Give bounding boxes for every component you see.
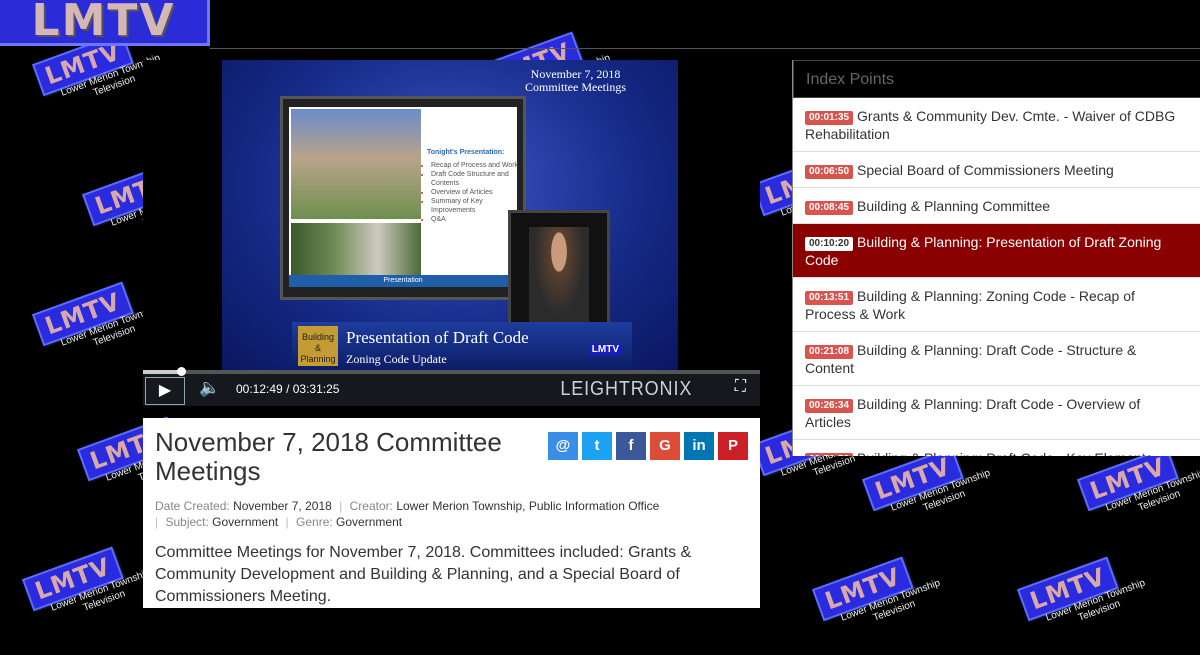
index-timestamp: 00:21:08 [805,345,854,359]
genre-value[interactable]: Government [336,515,402,529]
video-player[interactable]: November 7, 2018 Committee Meetings Toni… [143,60,760,406]
speaker-figure [529,227,589,327]
index-label: Grants & Community Dev. Cmte. - Waiver o… [805,108,1176,142]
play-icon: ▶ [158,382,172,399]
slide-photo-building [291,109,421,219]
video-metadata: Date Created: November 7, 2018 | Creator… [155,498,755,530]
index-timestamp: 00:26:34 [805,399,854,413]
twitter-share-button[interactable]: t [582,432,612,460]
lower-third-tag: Building & Planning [298,326,338,366]
at-icon: @ [555,437,571,454]
background-logo: LMTVLower Merion TownshipTelevision [1016,545,1163,655]
facebook-icon: f [628,437,634,454]
video-title: November 7, 2018 Committee Meetings [155,427,502,486]
index-points-heading: Index Points [793,60,1200,98]
index-label: Building & Planning: Draft Code - Overvi… [805,396,1141,430]
index-points-list: 00:01:35 Grants & Community Dev. Cmte. - … [793,98,1200,456]
creator-label: Creator: [349,499,393,513]
presentation-slide: Tonight's Presentation: Recap of Process… [289,107,518,287]
index-label: Special Board of Commissioners Meeting [857,162,1114,178]
index-point-item[interactable]: 00:21:08 Building & Planning: Draft Code … [793,332,1200,386]
time-separator: / [286,382,290,396]
share-buttons: @ t f Gin P [544,432,748,460]
time-display: 00:12:49 / 03:31:25 [236,382,339,396]
index-point-item[interactable]: 00:26:34 Building & Planning: Draft Code … [793,386,1200,440]
presentation-screen: Tonight's Presentation: Recap of Process… [280,96,526,300]
index-points-panel: Index Points 00:01:35 Grants & Community … [792,60,1200,456]
slide-bullet: Overview of Articles [431,188,523,197]
progress-bar[interactable] [143,367,760,376]
index-timestamp: 00:50:53 [805,453,854,456]
volume-button[interactable]: 🔈 [199,378,220,398]
date-created-label: Date Created: [155,499,230,513]
play-button[interactable]: ▶ [145,377,185,405]
video-date-line2: Committee Meetings [525,80,626,94]
genre-label: Genre: [296,515,333,529]
index-label: Building & Planning: Presentation of Dra… [805,234,1162,268]
video-frame[interactable]: November 7, 2018 Committee Meetings Toni… [222,60,678,370]
pinterest-icon: P [727,437,738,454]
at-share-button[interactable]: @ [548,432,578,460]
linkedin-icon: in [692,437,706,454]
index-timestamp: 00:08:45 [805,201,854,215]
index-point-item[interactable]: 00:10:20 Building & Planning: Presentatio… [793,224,1200,278]
meta-separator: | [285,515,289,529]
duration: 03:31:25 [292,382,340,396]
leightronix-logo: LEIGHTRONIX [560,378,693,400]
meta-separator: | [155,515,159,529]
date-created-value: November 7, 2018 [233,499,332,513]
subject-value[interactable]: Government [212,515,278,529]
background-logo: LMTVLower Merion TownshipTelevision [811,545,958,655]
index-label: Building & Planning: Draft Code - Struct… [805,342,1137,376]
video-date-caption: November 7, 2018 Committee Meetings [525,68,626,94]
slide-footer: Presentation [289,275,517,287]
index-point-item[interactable]: 00:06:50 Special Board of Commissioners M… [793,152,1200,188]
google-icon: G [659,437,671,454]
lower-third: Building & Planning Presentation of Draf… [292,322,632,370]
slide-title: Tonight's Presentation: [427,149,505,156]
index-label: Building & Planning: Draft Code - Key El… [857,450,1153,456]
index-timestamp: 00:06:50 [805,165,854,179]
index-label: Building & Planning: Zoning Code - Recap… [805,288,1135,322]
speaker-inset [508,210,610,334]
lmtv-logo[interactable]: LMTV [0,0,210,46]
slide-bullet: Recap of Process and Work [431,161,523,170]
header-divider [210,48,1200,49]
index-point-item[interactable]: 00:08:45 Building & Planning Committee [793,188,1200,224]
index-point-item[interactable]: 00:50:53Building & Planning: Draft Code … [793,440,1200,456]
index-label: Building & Planning Committee [857,198,1051,214]
index-point-item[interactable]: 00:01:35 Grants & Community Dev. Cmte. - … [793,98,1200,152]
player-controls: ▶ 🔈 00:12:49 / 03:31:25 LEIGHTRONIX ⛶ [143,367,760,406]
progress-handle[interactable] [176,367,186,376]
meta-separator: | [339,499,343,513]
facebook-share-button[interactable]: f [616,432,646,460]
index-timestamp: 00:01:35 [805,111,854,125]
lower-third-subtitle: Zoning Code Update [346,352,447,366]
fullscreen-icon: ⛶ [734,378,746,395]
creator-value[interactable]: Lower Merion Township, Public Informatio… [396,499,659,513]
volume-icon: 🔈 [199,378,221,397]
google-share-button[interactable]: G [650,432,680,460]
subject-label: Subject: [165,515,209,529]
index-timestamp: 00:10:20 [805,237,854,251]
pinterest-share-button[interactable]: P [718,432,748,460]
index-timestamp: 00:13:51 [805,291,854,305]
slide-photo-houses [291,223,421,277]
index-point-item[interactable]: 00:13:51 Building & Planning: Zoning Code… [793,278,1200,332]
lmtv-bug: LMTV [588,344,622,355]
twitter-icon: t [594,437,600,454]
lower-third-title: Presentation of Draft Code [346,328,529,347]
video-description: Committee Meetings for November 7, 2018.… [155,544,692,605]
linkedin-share-button[interactable]: in [684,432,714,460]
progress-fill [143,370,181,374]
current-time: 00:12:49 [236,382,283,396]
slide-bullet: Draft Code Structure and Contents [431,170,523,188]
fullscreen-button[interactable]: ⛶ [735,378,746,396]
video-info-panel: November 7, 2018 Committee Meetings @ t f G… [143,418,760,608]
